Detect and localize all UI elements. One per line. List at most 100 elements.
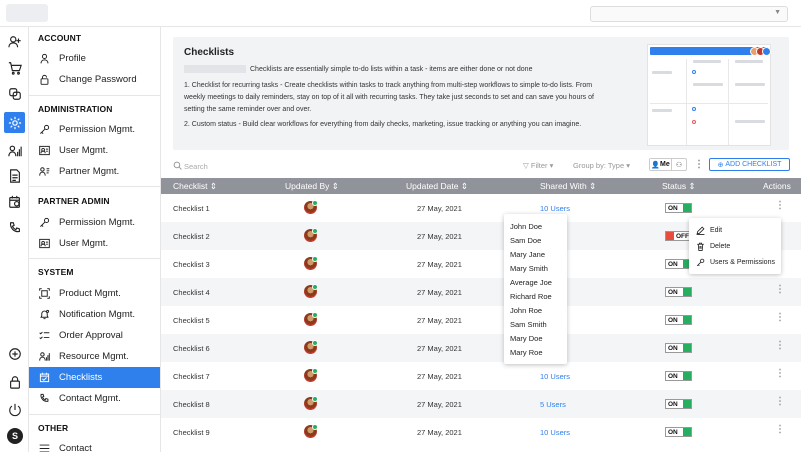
page-title: Checklists (184, 47, 235, 58)
menu-item-edit[interactable]: Edit (696, 224, 722, 236)
nav-item-partner-mgmt[interactable]: Partner Mgmt. (29, 161, 160, 182)
nav-item-partner-user-mgmt[interactable]: User Mgmt. (29, 233, 160, 254)
nav-heading-system: SYSTEM (38, 267, 74, 277)
menu-item-users-permissions[interactable]: Users & Permissions (696, 256, 775, 268)
shared-user-item: Mary Doe (510, 334, 543, 343)
menu-item-delete[interactable]: Delete (696, 240, 730, 252)
checklist-name[interactable]: Checklist 4 (173, 288, 210, 297)
updated-date: 27 May, 2021 (417, 316, 462, 325)
shared-with-link[interactable]: 5 Users (540, 400, 566, 409)
nav-item-profile[interactable]: Profile (29, 48, 160, 69)
phone-icon[interactable] (4, 217, 25, 238)
more-options-icon[interactable]: ⋮ (775, 313, 785, 323)
table-row[interactable]: Checklist 7 27 May, 2021 10 Users ON ⋮ (161, 362, 801, 390)
checklist-name[interactable]: Checklist 3 (173, 260, 210, 269)
nav-item-product-mgmt[interactable]: Product Mgmt. (29, 283, 160, 304)
nav-item-order-approval[interactable]: Order Approval (29, 325, 160, 346)
info-banner: Checklists Checklists are essentially si… (173, 37, 789, 150)
filter-dropdown[interactable]: ▽ Filter ▾ (523, 161, 553, 170)
gear-icon[interactable] (4, 112, 25, 133)
nav-item-change-password[interactable]: Change Password (29, 69, 160, 90)
plus-circle-icon[interactable] (4, 343, 25, 364)
add-checklist-button[interactable]: ⊕ ADD CHECKLIST (709, 158, 790, 171)
table-row[interactable]: Checklist 8 27 May, 2021 5 Users ON ⋮ (161, 390, 801, 418)
table-toolbar: ▽ Filter ▾ Group by: Type ▾ 👤Me ⚇ ⋮ ⊕ AD… (173, 157, 790, 175)
checklist-name[interactable]: Checklist 2 (173, 232, 210, 241)
search-input[interactable] (184, 159, 384, 173)
nav-item-notification-mgmt[interactable]: Notification Mgmt. (29, 304, 160, 325)
status-toggle[interactable]: ON (665, 343, 692, 353)
bell-icon (38, 309, 50, 321)
group-by-dropdown[interactable]: Group by: Type ▾ (573, 161, 630, 170)
more-options-icon[interactable]: ⋮ (775, 201, 785, 211)
column-header-updated-date[interactable]: Updated Date ⇕ (406, 181, 468, 192)
status-toggle[interactable]: ON (665, 203, 692, 213)
nav-item-label: Contact (59, 443, 92, 452)
cart-icon[interactable] (4, 57, 25, 78)
table-row[interactable]: Checklist 4 27 May, 2021 ON ⋮ (161, 278, 801, 306)
layers-icon[interactable] (4, 83, 25, 104)
me-label: Me (659, 161, 670, 168)
checklist-name[interactable]: Checklist 5 (173, 316, 210, 325)
status-toggle[interactable]: ON (665, 399, 692, 409)
table-row[interactable]: Checklist 6 27 May, 2021 ON ⋮ (161, 334, 801, 362)
table-row[interactable]: Checklist 5 27 May, 2021 ON ⋮ (161, 306, 801, 334)
chevron-down-icon: ▼ (774, 9, 781, 16)
updated-date: 27 May, 2021 (417, 288, 462, 297)
checklist-icon (38, 330, 50, 342)
nav-item-resource-mgmt[interactable]: Resource Mgmt. (29, 346, 160, 367)
shared-with-link[interactable]: 10 Users (540, 204, 570, 213)
nav-item-partner-permission-mgmt[interactable]: Permission Mgmt. (29, 212, 160, 233)
status-toggle[interactable]: ON (665, 371, 692, 381)
nav-heading-administration: ADMINISTRATION (38, 104, 113, 114)
updated-date: 27 May, 2021 (417, 260, 462, 269)
more-options-icon[interactable]: ⋮ (775, 285, 785, 295)
me-toggle-option[interactable]: 👤 Me (650, 159, 672, 170)
column-header-checklist[interactable]: Checklist ⇕ (173, 181, 217, 192)
checklist-name[interactable]: Checklist 7 (173, 372, 210, 381)
document-icon[interactable] (4, 165, 25, 186)
shared-with-link[interactable]: 10 Users (540, 428, 570, 437)
more-options-icon[interactable]: ⋮ (775, 369, 785, 379)
nav-item-contact[interactable]: Contact (29, 438, 160, 452)
status-toggle[interactable]: OFF (665, 231, 692, 241)
checklist-name[interactable]: Checklist 1 (173, 204, 210, 213)
column-header-updated-by[interactable]: Updated By ⇕ (285, 181, 339, 192)
more-options-icon[interactable]: ⋮ (775, 425, 785, 435)
status-toggle[interactable]: ON (665, 315, 692, 325)
more-options-icon[interactable]: ⋮ (694, 159, 704, 170)
more-options-icon[interactable]: ⋮ (775, 397, 785, 407)
status-toggle[interactable]: ON (665, 287, 692, 297)
nav-item-permission-mgmt[interactable]: Permission Mgmt. (29, 119, 160, 140)
shared-user-item: Mary Jane (510, 250, 546, 259)
ownership-toggle[interactable]: 👤 Me ⚇ (649, 158, 687, 171)
more-options-icon[interactable]: ⋮ (775, 341, 785, 351)
nav-item-checklists[interactable]: Checklists (29, 367, 160, 388)
add-user-icon[interactable] (4, 31, 25, 52)
nav-item-contact-mgmt[interactable]: Contact Mgmt. (29, 388, 160, 409)
nav-item-label: Permission Mgmt. (59, 124, 136, 135)
sort-icon: ⇕ (460, 181, 468, 191)
status-toggle[interactable]: ON (665, 427, 692, 437)
column-header-shared-with[interactable]: Shared With ⇕ (540, 181, 596, 192)
calendar-clock-icon[interactable] (4, 191, 25, 212)
shared-with-link[interactable]: 10 Users (540, 372, 570, 381)
user-stats-icon[interactable] (4, 140, 25, 161)
user-avatar[interactable]: S (7, 428, 23, 444)
checklist-name[interactable]: Checklist 6 (173, 344, 210, 353)
status-toggle[interactable]: ON (665, 259, 692, 269)
workspace-select[interactable]: ▼ (590, 6, 788, 22)
main-content: Checklists Checklists are essentially si… (161, 27, 801, 452)
checklist-name[interactable]: Checklist 9 (173, 428, 210, 437)
search-icon (173, 161, 182, 170)
nav-item-user-mgmt[interactable]: User Mgmt. (29, 140, 160, 161)
lock-icon[interactable] (4, 371, 25, 392)
column-header-status[interactable]: Status ⇕ (662, 181, 696, 192)
checklist-name[interactable]: Checklist 8 (173, 400, 210, 409)
group-users-icon[interactable]: ⚇ (672, 159, 686, 170)
id-card-icon (38, 145, 50, 157)
nav-heading-account: ACCOUNT (38, 33, 82, 43)
table-row[interactable]: Checklist 9 27 May, 2021 10 Users ON ⋮ (161, 418, 801, 446)
calendar-check-icon (38, 372, 50, 384)
power-icon[interactable] (4, 399, 25, 420)
